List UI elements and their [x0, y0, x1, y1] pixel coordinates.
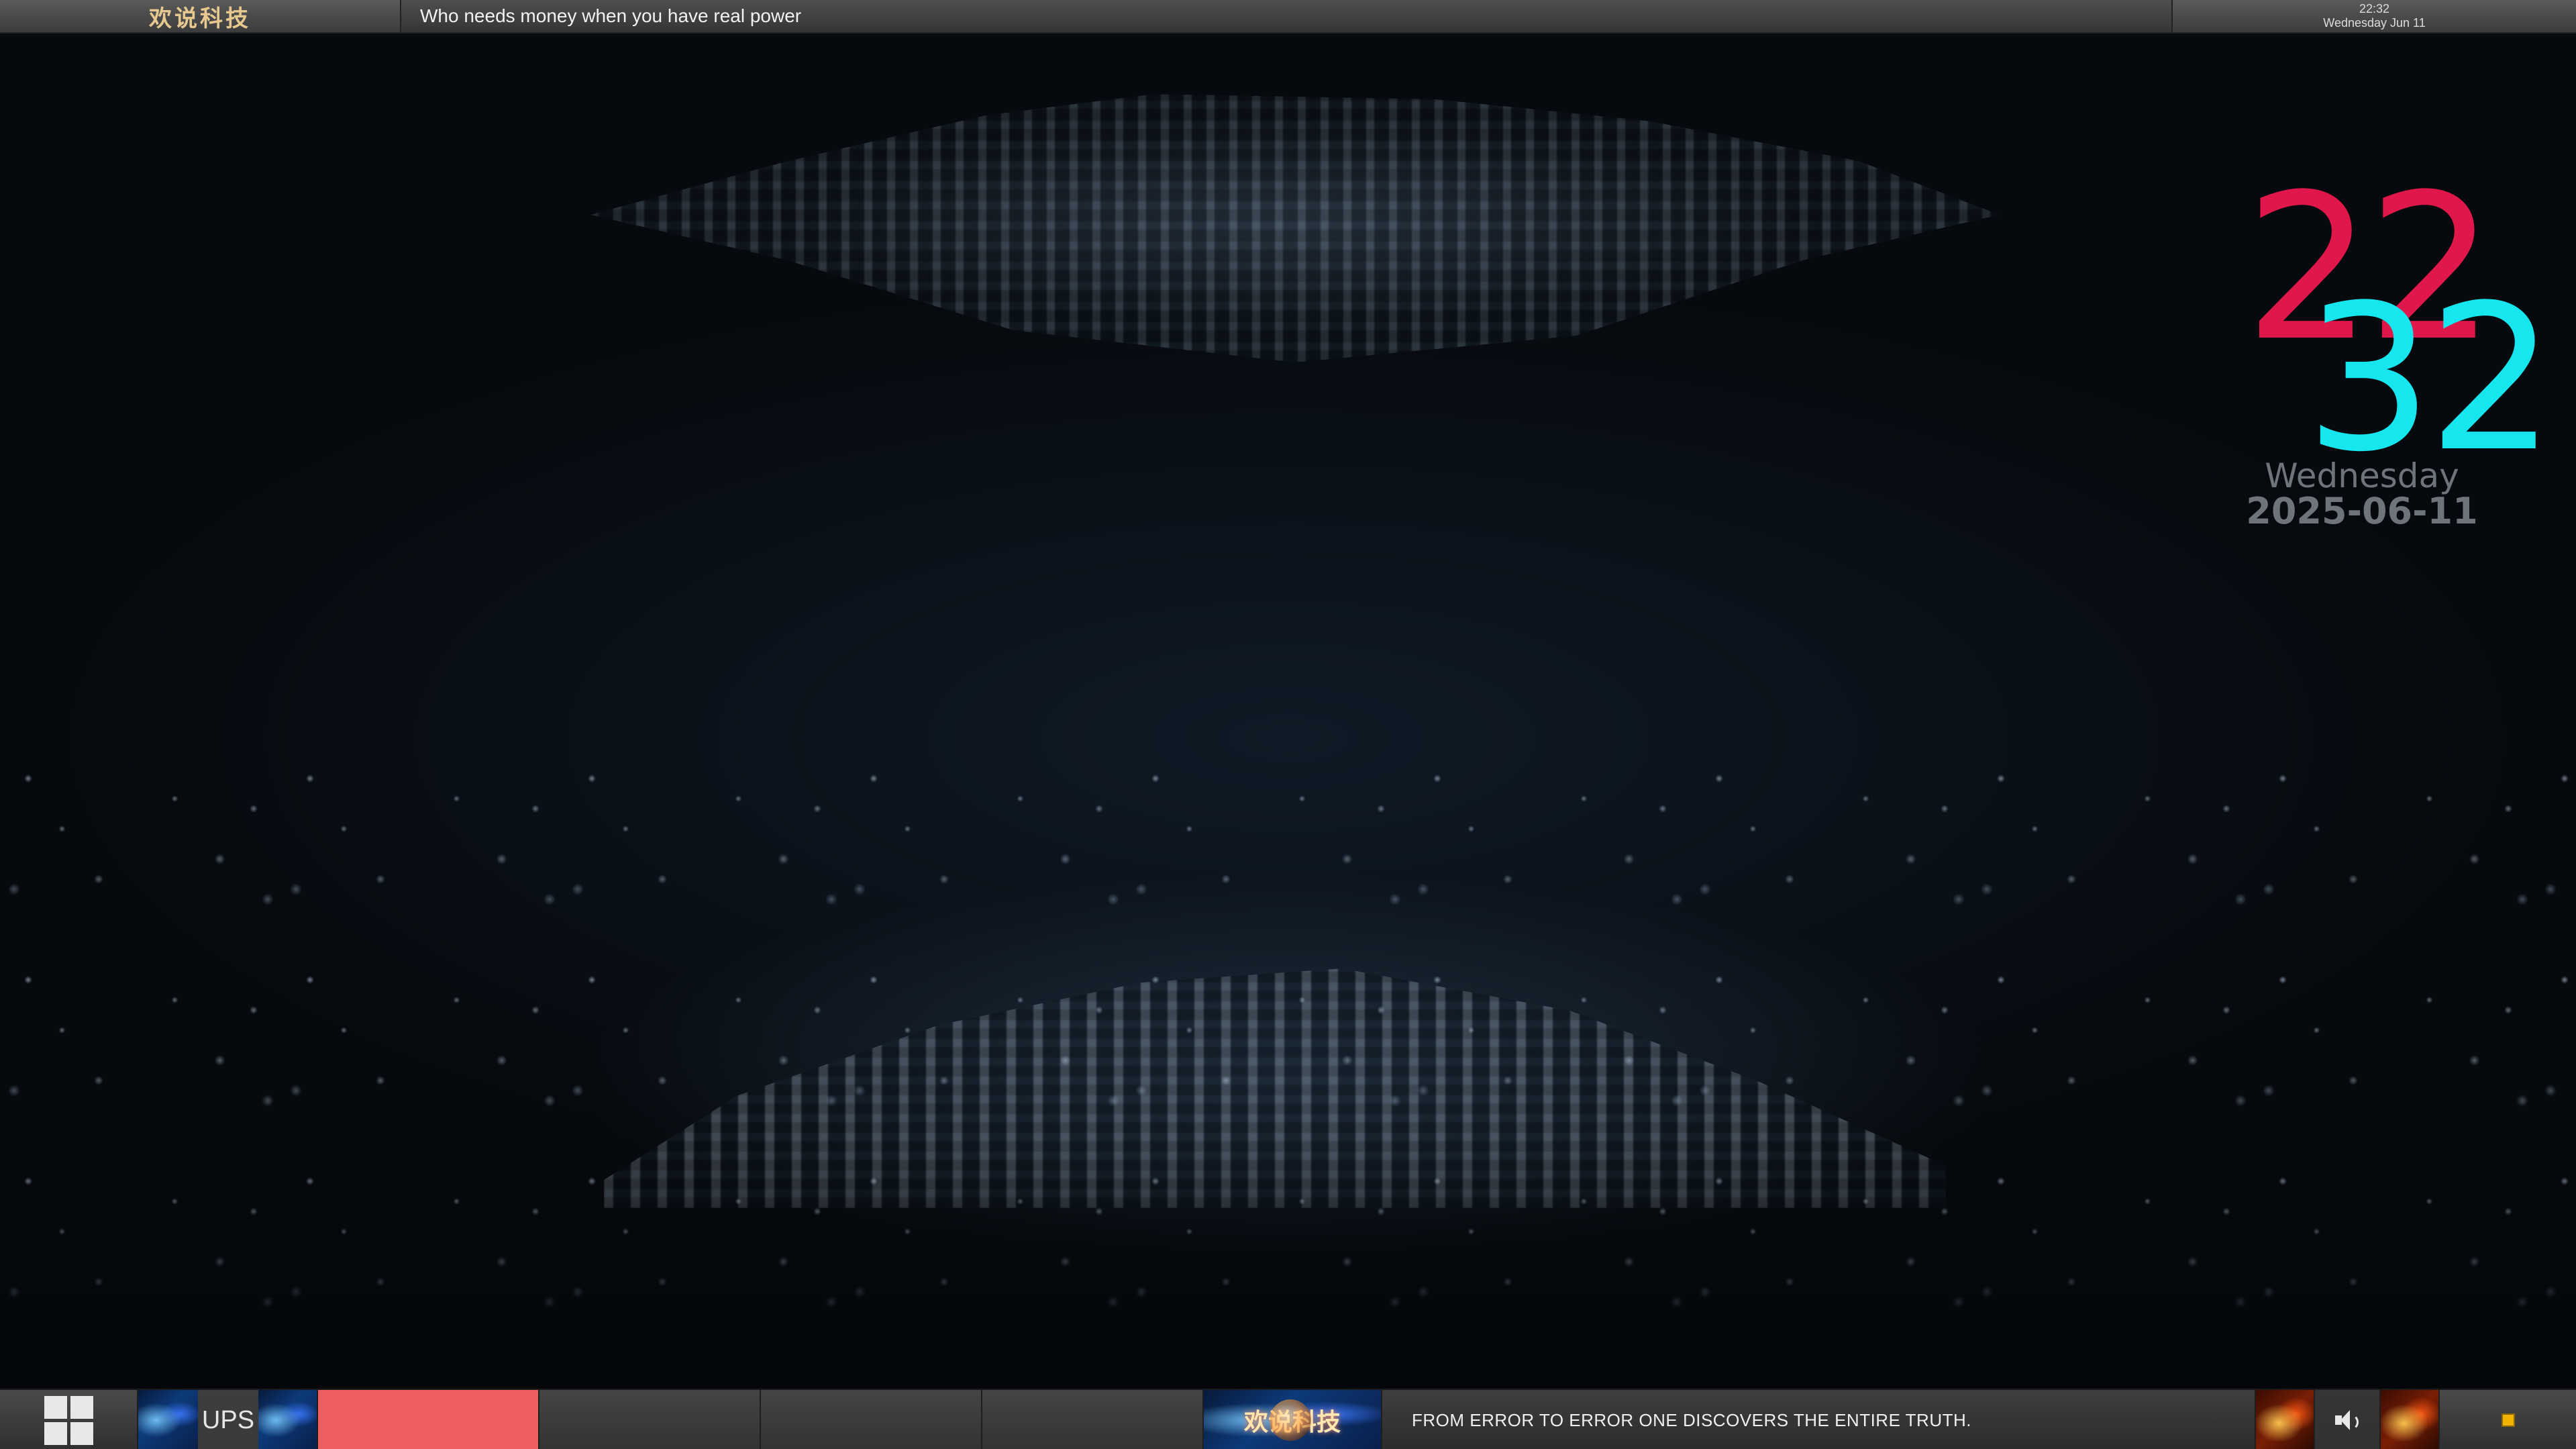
quote-text: FROM ERROR TO ERROR ONE DISCOVERS THE EN…	[1382, 1390, 2256, 1449]
ups-widget[interactable]: UPS	[138, 1390, 318, 1449]
taskbar-slot-3[interactable]	[982, 1390, 1204, 1449]
fire-decoration-right	[2381, 1390, 2440, 1449]
system-tray[interactable]	[2440, 1390, 2576, 1449]
clock-minutes: 32	[2305, 262, 2556, 496]
top-clock-time: 22:32	[2359, 2, 2390, 15]
ups-label: UPS	[198, 1390, 258, 1449]
top-clock-date: Wednesday Jun 11	[2323, 16, 2426, 30]
brand-title[interactable]: 欢说科技	[0, 0, 401, 32]
ups-level-meter	[318, 1390, 539, 1449]
start-button[interactable]	[0, 1390, 138, 1449]
lightning-decoration-left	[138, 1390, 199, 1449]
windows-logo-icon	[44, 1395, 93, 1445]
ticker-text: Who needs money when you have real power	[401, 0, 2173, 32]
clock-widget: 22 32 Wednesday 2025-06-11	[2234, 168, 2556, 544]
volume-button[interactable]	[2315, 1390, 2381, 1449]
speaker-icon	[2334, 1409, 2361, 1432]
notification-square-icon[interactable]	[2501, 1413, 2515, 1427]
fire-decoration-left	[2256, 1390, 2315, 1449]
desktop: 欢说科技 Who needs money when you have real …	[0, 0, 2576, 1449]
taskbar-slot-1[interactable]	[539, 1390, 761, 1449]
top-clock[interactable]: 22:32 Wednesday Jun 11	[2173, 0, 2576, 32]
wallpaper-city-top	[590, 94, 2000, 362]
taskbar: UPS 欢说科技 FROM ERROR TO ERROR ONE DISCOVE…	[0, 1389, 2576, 1449]
brand-logo-tile[interactable]: 欢说科技	[1204, 1390, 1382, 1449]
clock-date: 2025-06-11	[2246, 490, 2478, 532]
taskbar-slot-2[interactable]	[761, 1390, 982, 1449]
top-bar: 欢说科技 Who needs money when you have real …	[0, 0, 2576, 34]
globe-icon	[1270, 1399, 1311, 1441]
lightning-decoration-right	[258, 1390, 317, 1449]
wallpaper-ground	[0, 1141, 2576, 1396]
